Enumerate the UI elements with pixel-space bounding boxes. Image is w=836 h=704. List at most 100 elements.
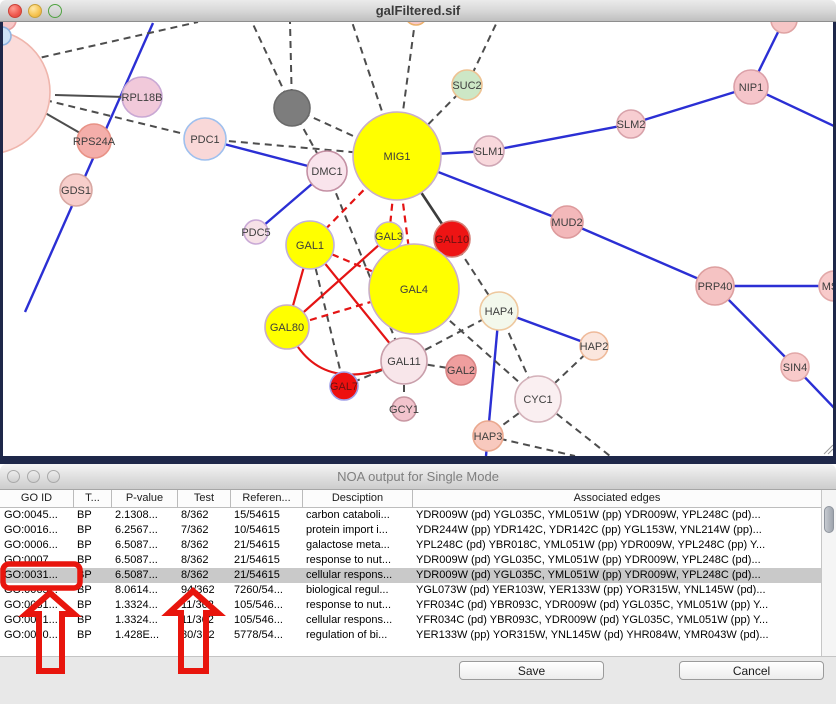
column-header-6[interactable]: Desciption [302, 490, 412, 508]
node-label-RPS24A: RPS24A [73, 136, 116, 148]
node-label-MIG1: MIG1 [384, 151, 411, 163]
cell-type: BP [73, 613, 111, 628]
table-row[interactable]: GO:0065...BP8.0614...94/3627260/54...bio… [0, 583, 821, 598]
cell-test: 80/362 [177, 628, 230, 643]
node-label-GAL1: GAL1 [296, 240, 324, 252]
table-row[interactable]: GO:0007...BP6.5087...8/36221/54615respon… [0, 553, 821, 568]
cell-go_id: GO:0006... [0, 538, 73, 553]
table-row[interactable]: GO:0031...BP6.5087...8/36221/54615cellul… [0, 568, 821, 583]
column-header-5[interactable]: Referen... [230, 490, 302, 508]
column-header-7[interactable]: Associated edges [412, 490, 821, 508]
node-top-center-partial[interactable] [405, 22, 427, 25]
table-body: GO:0045...BP2.1308...8/36215/54615carbon… [0, 508, 821, 643]
cell-edges: YDR009W (pd) YGL035C, YML051W (pp) YDR00… [412, 508, 821, 523]
screen: galFiltered.sif RPL18BRPS24AGDS1PDC1MIG1… [0, 0, 836, 704]
table-header-row: GO IDT...P-valueTestReferen...Desciption… [0, 490, 821, 508]
cell-reference: 105/546... [230, 613, 302, 628]
node-label-GAL10: GAL10 [435, 234, 469, 246]
cell-reference: 10/54615 [230, 523, 302, 538]
cell-reference: 21/54615 [230, 538, 302, 553]
cell-go_id: GO:0050... [0, 628, 73, 643]
cell-test: 8/362 [177, 508, 230, 523]
edge [567, 222, 715, 286]
cell-type: BP [73, 583, 111, 598]
cell-edges: YGL073W (pd) YER103W, YER133W (pp) YOR31… [412, 583, 821, 598]
cell-description: cellular respons... [302, 568, 412, 583]
node-label-MSN: MSN [822, 281, 833, 293]
column-header-1[interactable]: GO ID [0, 490, 73, 508]
cell-test: 8/362 [177, 538, 230, 553]
cell-description: response to nut... [302, 553, 412, 568]
cell-p_value: 1.428E... [111, 628, 177, 643]
network-window-title: galFiltered.sif [0, 3, 836, 18]
cell-reference: 7260/54... [230, 583, 302, 598]
cell-type: BP [73, 508, 111, 523]
table-row[interactable]: GO:0006...BP6.5087...8/36221/54615galact… [0, 538, 821, 553]
cell-type: BP [73, 598, 111, 613]
save-button[interactable]: Save [459, 661, 604, 680]
node-label-SLM2: SLM2 [617, 119, 646, 131]
node-label-GAL3: GAL3 [375, 231, 403, 243]
node-label-PDC1: PDC1 [190, 134, 219, 146]
cell-test: 11/362 [177, 613, 230, 628]
scrollbar-thumb[interactable] [824, 506, 834, 533]
cell-p_value: 6.5087... [111, 538, 177, 553]
cell-reference: 105/546... [230, 598, 302, 613]
cell-go_id: GO:0031... [0, 568, 73, 583]
node-label-GAL4: GAL4 [400, 284, 428, 296]
node-label-NIP1: NIP1 [739, 82, 763, 94]
cell-reference: 15/54615 [230, 508, 302, 523]
cell-p_value: 1.3324... [111, 613, 177, 628]
node-label-DMC1: DMC1 [311, 166, 342, 178]
noa-window-title: NOA output for Single Mode [0, 469, 836, 484]
noa-window-titlebar: NOA output for Single Mode [0, 464, 836, 490]
node-label-CYC1: CYC1 [523, 394, 552, 406]
cell-p_value: 1.3324... [111, 598, 177, 613]
cell-test: 8/362 [177, 568, 230, 583]
table-row[interactable]: GO:0016...BP6.2567...7/36210/54615protei… [0, 523, 821, 538]
cell-test: 94/362 [177, 583, 230, 598]
cell-go_id: GO:0007... [0, 553, 73, 568]
column-header-3[interactable]: P-value [111, 490, 177, 508]
node-label-GAL7: GAL7 [330, 381, 358, 393]
column-header-2[interactable]: T... [73, 490, 111, 508]
table-row[interactable]: GO:0050...BP1.428E...80/3625778/54...reg… [0, 628, 821, 643]
node-label-GAL80: GAL80 [270, 322, 304, 334]
column-header-4[interactable]: Test [177, 490, 230, 508]
edge [631, 87, 751, 124]
node-big-left[interactable] [3, 30, 50, 154]
node-unnamed-gray[interactable] [274, 90, 310, 126]
resize-grip[interactable] [824, 445, 833, 454]
edge [55, 95, 125, 97]
table-row[interactable]: GO:0031...BP1.3324...11/362105/546...cel… [0, 613, 821, 628]
cell-edges: YDR009W (pd) YGL035C, YML051W (pp) YDR00… [412, 568, 821, 583]
cell-description: biological regul... [302, 583, 412, 598]
cell-type: BP [73, 538, 111, 553]
cancel-button[interactable]: Cancel [679, 661, 824, 680]
cell-edges: YER133W (pp) YOR315W, YNL145W (pd) YHR08… [412, 628, 821, 643]
cell-type: BP [73, 568, 111, 583]
cell-p_value: 6.5087... [111, 553, 177, 568]
cell-test: 8/362 [177, 553, 230, 568]
cell-reference: 21/54615 [230, 568, 302, 583]
node-label-SUC2: SUC2 [452, 80, 481, 92]
cell-reference: 21/54615 [230, 553, 302, 568]
cell-edges: YPL248C (pd) YBR018C, YML051W (pp) YDR00… [412, 538, 821, 553]
node-label-MUD2: MUD2 [551, 217, 582, 229]
cell-test: 11/362 [177, 598, 230, 613]
node-label-PRP40: PRP40 [698, 281, 733, 293]
table-row[interactable]: GO:0045...BP2.1308...8/36215/54615carbon… [0, 508, 821, 523]
node-label-SLM1: SLM1 [475, 146, 504, 158]
cell-description: galactose meta... [302, 538, 412, 553]
cell-edges: YFR034C (pd) YBR093C, YDR009W (pd) YGL03… [412, 598, 821, 613]
node-label-HAP2: HAP2 [580, 341, 609, 353]
network-canvas[interactable]: RPL18BRPS24AGDS1PDC1MIG1DMC1SLM1SUC2SLM2… [0, 22, 836, 456]
table-row[interactable]: GO:0031...BP1.3324...11/362105/546...res… [0, 598, 821, 613]
cell-type: BP [73, 553, 111, 568]
node-label-RPL18B: RPL18B [122, 92, 163, 104]
cell-go_id: GO:0031... [0, 598, 73, 613]
vertical-scrollbar[interactable] [821, 490, 836, 656]
node-top-right-partial[interactable] [771, 22, 797, 33]
cell-p_value: 6.5087... [111, 568, 177, 583]
cell-type: BP [73, 523, 111, 538]
